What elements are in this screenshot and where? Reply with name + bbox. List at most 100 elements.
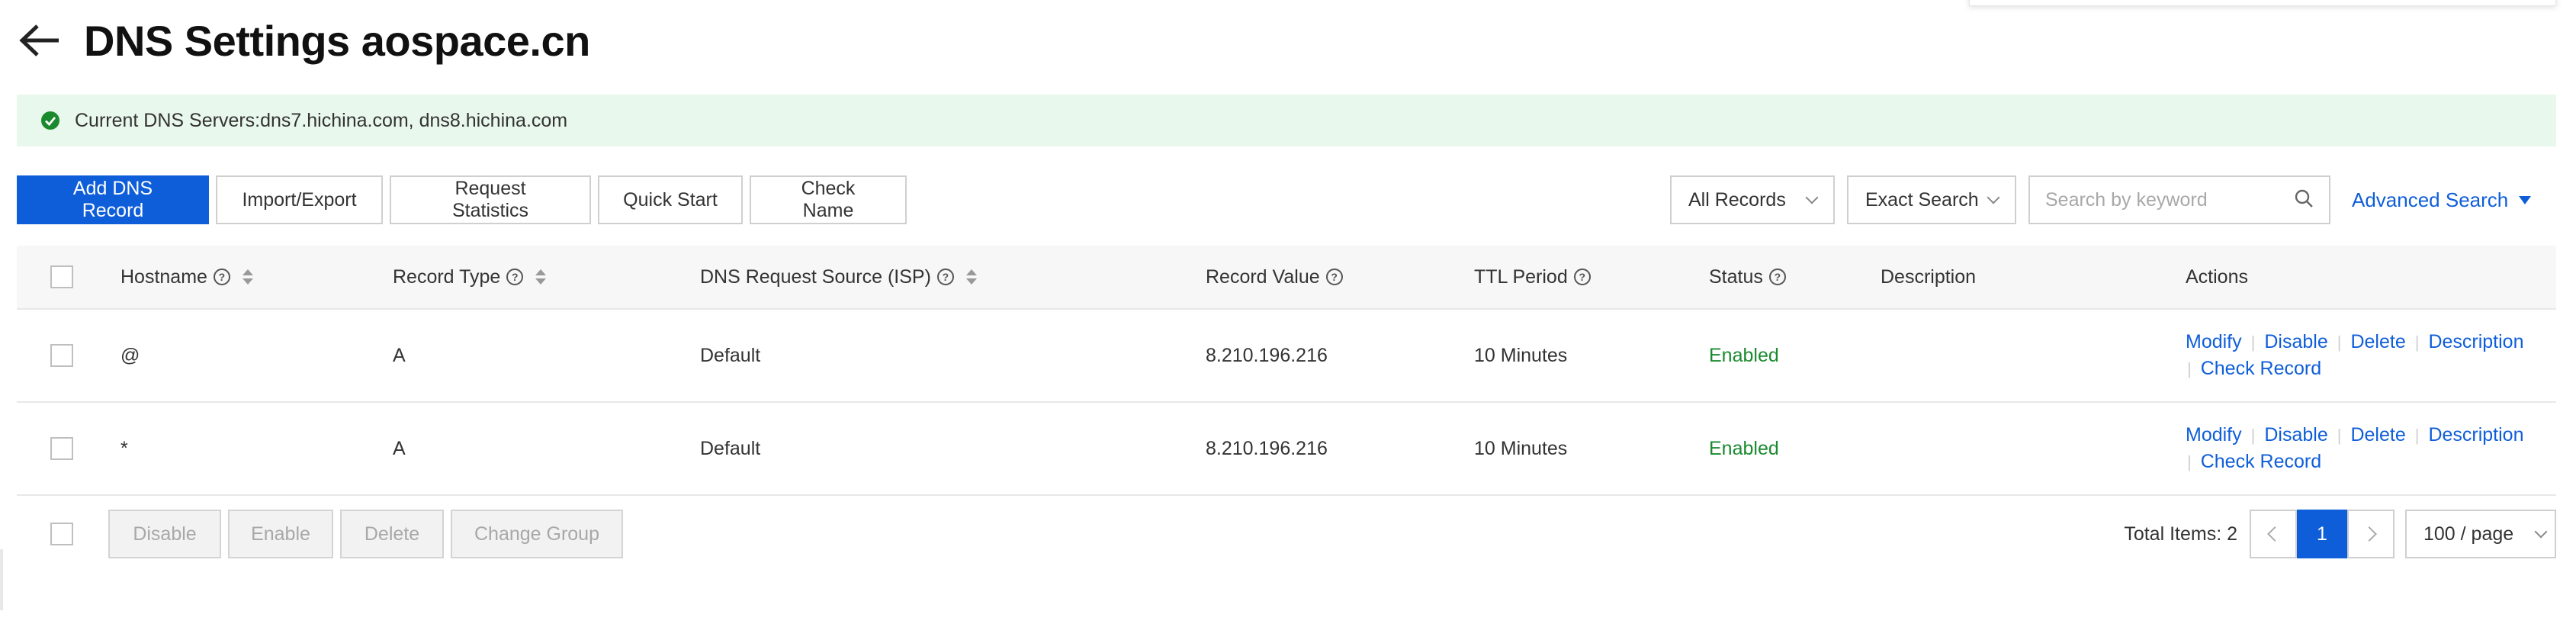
page-title: DNS Settings aospace.cn xyxy=(84,16,590,65)
hostname-cell: @ xyxy=(120,344,140,366)
row-checkbox[interactable] xyxy=(50,437,73,460)
quick-start-button[interactable]: Quick Start xyxy=(598,175,743,224)
search-mode-value: Exact Search xyxy=(1865,188,1979,211)
column-record-value-label: Record Value xyxy=(1206,265,1320,288)
batch-disable-button[interactable]: Disable xyxy=(108,510,221,558)
advanced-search-toggle[interactable]: Advanced Search xyxy=(2352,188,2532,212)
toolbar-actions: Add DNS Record Import/Export Request Sta… xyxy=(17,175,907,224)
disable-link[interactable]: Disable xyxy=(2264,331,2327,353)
pagination: Total Items: 2 1 100 / page xyxy=(2124,510,2556,558)
modify-link[interactable]: Modify xyxy=(2186,424,2242,446)
floating-panel xyxy=(1969,0,2556,6)
help-icon[interactable]: ? xyxy=(1768,269,1786,285)
column-record-type[interactable]: Record Type ? xyxy=(393,246,547,308)
record-type-cell: A xyxy=(393,344,406,366)
separator: | xyxy=(2337,332,2342,352)
actions-cell: Modify | Disable | Delete | Description … xyxy=(2186,310,2559,401)
check-record-link[interactable]: Check Record xyxy=(2201,451,2321,473)
column-record-value: Record Value ? xyxy=(1206,246,1343,308)
separator: | xyxy=(2414,332,2420,352)
search-toolbar: All Records Exact Search Advanced Search xyxy=(1670,175,2532,224)
column-description: Description xyxy=(1881,246,1976,308)
prev-page-button[interactable] xyxy=(2250,510,2297,558)
status-cell: Enabled xyxy=(1709,344,1779,366)
column-hostname-label: Hostname xyxy=(120,265,207,288)
description-link[interactable]: Description xyxy=(2428,424,2523,446)
record-value-cell: 8.210.196.216 xyxy=(1206,437,1328,459)
column-status: Status ? xyxy=(1709,246,1786,308)
chevron-down-icon xyxy=(1987,191,2000,204)
search-icon[interactable] xyxy=(2294,188,2314,212)
column-ttl-label: TTL Period xyxy=(1474,265,1568,288)
column-actions: Actions xyxy=(2186,246,2248,308)
page-header: DNS Settings aospace.cn xyxy=(17,14,590,67)
current-page[interactable]: 1 xyxy=(2297,510,2347,558)
batch-delete-button[interactable]: Delete xyxy=(340,510,444,558)
separator: | xyxy=(2187,359,2192,378)
column-actions-label: Actions xyxy=(2186,265,2248,288)
sort-icon[interactable] xyxy=(242,269,253,285)
table-row: * A Default 8.210.196.216 10 Minutes Ena… xyxy=(17,403,2556,496)
column-ttl: TTL Period ? xyxy=(1474,246,1591,308)
record-filter-value: All Records xyxy=(1688,188,1786,211)
chevron-right-icon xyxy=(2362,526,2377,542)
dns-server-banner: Current DNS Servers:dns7.hichina.com, dn… xyxy=(17,95,2556,146)
help-icon[interactable]: ? xyxy=(936,269,954,285)
change-group-button[interactable]: Change Group xyxy=(451,510,623,558)
dns-records-table: Hostname ? Record Type ? DNS Request Sou… xyxy=(17,246,2556,496)
column-isp[interactable]: DNS Request Source (ISP) ? xyxy=(700,246,977,308)
batch-enable-button[interactable]: Enable xyxy=(228,510,333,558)
select-all-checkbox[interactable] xyxy=(50,265,73,288)
column-isp-label: DNS Request Source (ISP) xyxy=(700,265,931,288)
actions-cell: Modify | Disable | Delete | Description … xyxy=(2186,403,2559,494)
description-link[interactable]: Description xyxy=(2428,331,2523,353)
next-page-button[interactable] xyxy=(2347,510,2395,558)
add-dns-record-button[interactable]: Add DNS Record xyxy=(17,175,209,224)
dns-server-text: Current DNS Servers:dns7.hichina.com, dn… xyxy=(75,109,568,131)
disable-link[interactable]: Disable xyxy=(2264,424,2327,446)
check-name-button[interactable]: Check Name xyxy=(750,175,907,224)
ttl-cell: 10 Minutes xyxy=(1474,437,1568,459)
delete-link[interactable]: Delete xyxy=(2350,424,2405,446)
isp-cell: Default xyxy=(700,344,761,366)
table-header: Hostname ? Record Type ? DNS Request Sou… xyxy=(17,246,2556,310)
check-circle-icon xyxy=(41,111,59,130)
column-description-label: Description xyxy=(1881,265,1977,288)
column-record-type-label: Record Type xyxy=(393,265,501,288)
import-export-button[interactable]: Import/Export xyxy=(216,175,383,224)
modify-link[interactable]: Modify xyxy=(2186,331,2242,353)
search-input[interactable] xyxy=(2045,188,2294,211)
caret-down-icon xyxy=(2519,195,2532,204)
batch-actions: Disable Enable Delete Change Group xyxy=(50,510,623,558)
chevron-left-icon xyxy=(2267,526,2282,542)
delete-link[interactable]: Delete xyxy=(2350,331,2405,353)
help-icon[interactable]: ? xyxy=(506,269,524,285)
column-hostname[interactable]: Hostname ? xyxy=(120,246,253,308)
page-size-value: 100 / page xyxy=(2423,523,2514,545)
sort-icon[interactable] xyxy=(965,269,977,285)
separator: | xyxy=(2250,425,2256,445)
left-edge-divider xyxy=(0,549,3,610)
help-icon[interactable]: ? xyxy=(1325,269,1343,285)
column-status-label: Status xyxy=(1709,265,1763,288)
record-value-cell: 8.210.196.216 xyxy=(1206,344,1328,366)
separator: | xyxy=(2414,425,2420,445)
search-mode-select[interactable]: Exact Search xyxy=(1847,175,2016,224)
separator: | xyxy=(2337,425,2342,445)
hostname-cell: * xyxy=(120,437,128,459)
chevron-down-icon xyxy=(1805,191,1819,204)
page-size-select[interactable]: 100 / page xyxy=(2405,510,2556,558)
request-statistics-button[interactable]: Request Statistics xyxy=(390,175,591,224)
help-icon[interactable]: ? xyxy=(213,269,230,285)
help-icon[interactable]: ? xyxy=(1573,269,1591,285)
arrow-left-icon[interactable] xyxy=(17,18,63,63)
footer-select-all-checkbox[interactable] xyxy=(50,523,73,545)
sort-icon[interactable] xyxy=(535,269,547,285)
table-footer: Disable Enable Delete Change Group Total… xyxy=(17,510,2556,558)
separator: | xyxy=(2250,332,2256,352)
status-cell: Enabled xyxy=(1709,437,1779,459)
record-filter-select[interactable]: All Records xyxy=(1670,175,1835,224)
search-box xyxy=(2028,175,2330,224)
check-record-link[interactable]: Check Record xyxy=(2201,358,2321,380)
row-checkbox[interactable] xyxy=(50,344,73,367)
